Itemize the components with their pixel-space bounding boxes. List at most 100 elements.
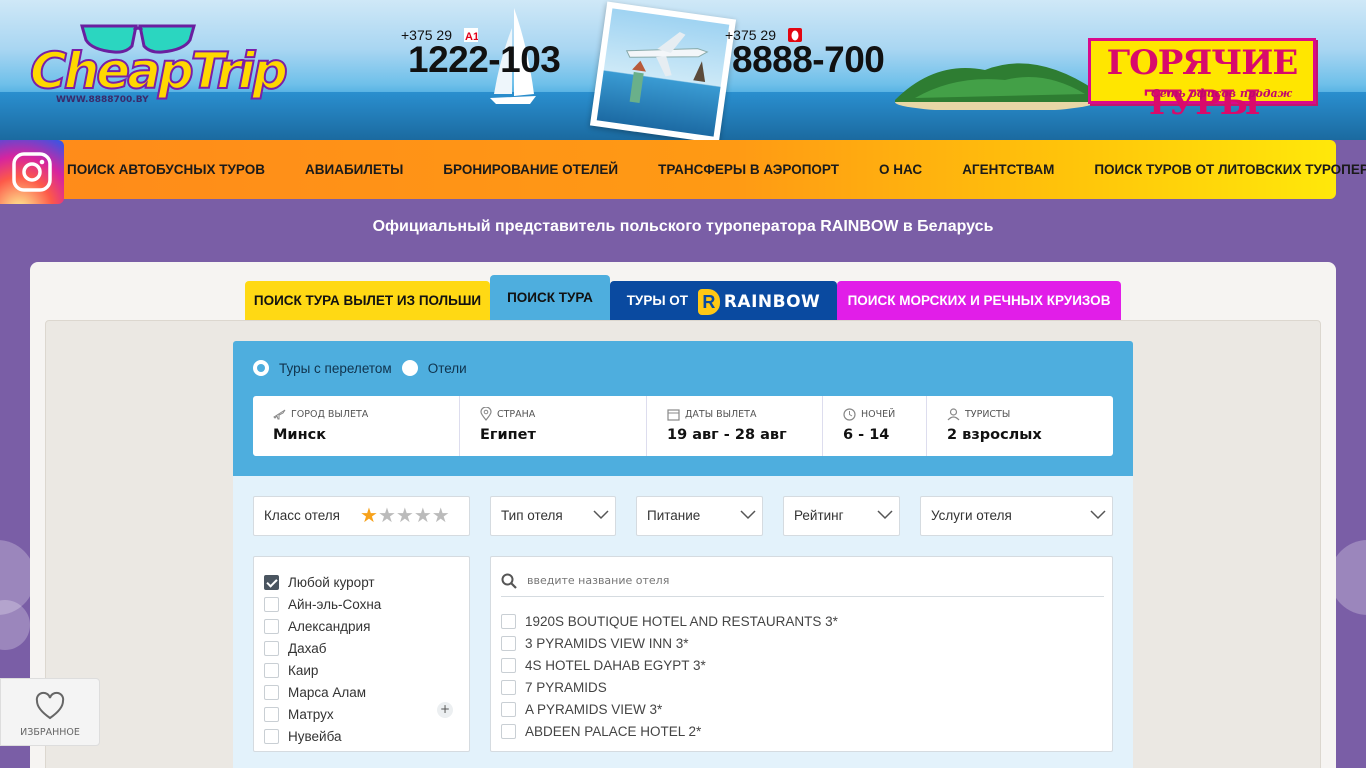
hotel-item[interactable]: ABDEEN PALACE HOTEL 2* [501, 720, 838, 742]
field-country[interactable]: СТРАНА Египет [460, 396, 647, 456]
phone-1[interactable]: +375 29 A1 1222-103 [401, 27, 561, 81]
resort-label: Нувейба [288, 728, 342, 744]
hotel-item[interactable]: 1920S BOUTIQUE HOTEL AND RESTAURANTS 3* [501, 610, 838, 632]
radio-tours-with-flight-label[interactable]: Туры с перелетом [279, 361, 392, 376]
checkbox[interactable] [264, 684, 279, 700]
phone-1-number: 1222-103 [408, 39, 561, 80]
hotel-label: A PYRAMIDS VIEW 3* [525, 701, 663, 717]
resort-item[interactable]: Каир [264, 659, 469, 681]
checkbox[interactable] [501, 657, 516, 673]
resort-item[interactable]: Любой курорт [264, 571, 469, 593]
tab-search-from-poland[interactable]: ПОИСК ТУРА ВЫЛЕТ ИЗ ПОЛЬШИ [245, 281, 490, 320]
filter-meal[interactable]: Питание [636, 496, 763, 536]
hotel-item[interactable]: 3 PYRAMIDS VIEW INN 3* [501, 632, 838, 654]
resort-label: Матрух [288, 706, 334, 722]
checkbox[interactable] [264, 728, 279, 744]
hotel-label: 7 PYRAMIDS [525, 679, 607, 695]
checkbox[interactable] [264, 640, 279, 656]
chevron-down-icon [740, 510, 756, 520]
tab-tour-search[interactable]: ПОИСК ТУРА [490, 275, 610, 320]
tab-cruise-search[interactable]: ПОИСК МОРСКИХ И РЕЧНЫХ КРУИЗОВ [837, 281, 1121, 320]
nav-item-transfers[interactable]: ТРАНСФЕРЫ В АЭРОПОРТ [638, 140, 859, 199]
radio-tours-with-flight[interactable] [253, 360, 269, 376]
hotel-item[interactable]: A PYRAMIDS VIEW 3* [501, 698, 838, 720]
search-fields: ГОРОД ВЫЛЕТА Минск СТРАНА Египет ДАТЫ ВЫ… [253, 396, 1113, 456]
checkbox[interactable] [501, 613, 516, 629]
checkbox[interactable] [264, 596, 279, 612]
radio-hotels-label[interactable]: Отели [428, 361, 467, 376]
star-icon-2[interactable]: ★ [378, 505, 396, 527]
field-departure-value: Минск [273, 427, 327, 443]
checkbox[interactable] [501, 723, 516, 739]
star-icon-5[interactable]: ★ [432, 505, 450, 527]
star-icon-3[interactable]: ★ [396, 505, 414, 527]
field-nights[interactable]: НОЧЕЙ 6 - 14 [823, 396, 927, 456]
hot-tours-banner[interactable]: ГОРЯЧИЕ ТУРЫ Сеть офисов продаж [1088, 38, 1316, 123]
field-tourists-label: ТУРИСТЫ [965, 408, 1011, 420]
resort-label: Дахаб [288, 640, 327, 656]
phone-2[interactable]: +375 29 8888-700 [725, 27, 885, 81]
filter-hotel-type[interactable]: Тип отеля [490, 496, 616, 536]
nav-item-about[interactable]: О НАС [859, 140, 942, 199]
resort-label: Марса Алам [288, 684, 367, 700]
nav-item-lithuanian-tours[interactable]: ПОИСК ТУРОВ ОТ ЛИТОВСКИХ ТУРОПЕРАТОРОВ [1074, 140, 1366, 199]
field-dates[interactable]: ДАТЫ ВЫЛЕТА 19 авг - 28 авг [647, 396, 823, 456]
resort-item[interactable]: Айн-эль-Сохна [264, 593, 469, 615]
nav-item-flights[interactable]: АВИАБИЛЕТЫ [285, 140, 423, 199]
hot-tours-subtitle: Сеть офисов продаж [1151, 87, 1292, 100]
nav-items: ПОИСК АВТОБУСНЫХ ТУРОВ АВИАБИЛЕТЫ БРОНИР… [67, 140, 1366, 199]
hotel-class-stars[interactable]: ★★★★★ [360, 497, 450, 535]
filter-services-label: Услуги отеля [931, 508, 1012, 523]
checkbox[interactable] [501, 701, 516, 717]
instagram-button[interactable] [0, 140, 64, 204]
expand-plus-icon[interactable]: + [437, 702, 453, 718]
resort-item[interactable]: Марса Алам [264, 681, 469, 703]
logo-url: WWW.8888700.BY [56, 95, 149, 105]
checkbox[interactable] [264, 618, 279, 634]
nav-item-agencies[interactable]: АГЕНТСТВАМ [942, 140, 1074, 199]
hotel-item[interactable]: 7 PYRAMIDS [501, 676, 838, 698]
hotel-search-input[interactable] [527, 574, 1027, 587]
calendar-icon [667, 408, 680, 421]
hotel-label: 4S HOTEL DAHAB EGYPT 3* [525, 657, 706, 673]
field-dates-value: 19 авг - 28 авг [667, 427, 787, 443]
tab-rainbow-tours[interactable]: ТУРЫ ОТ R RAINBOW [610, 281, 837, 320]
resort-item[interactable]: Нувейба [264, 725, 469, 747]
checkbox[interactable] [264, 662, 279, 678]
resort-item[interactable]: Александрия [264, 615, 469, 637]
site-logo[interactable]: CheapTrip WWW.8888700.BY [29, 20, 289, 110]
checkbox[interactable] [501, 635, 516, 651]
resort-item[interactable]: Дахаб [264, 637, 469, 659]
field-country-value: Египет [480, 427, 536, 443]
field-dates-label: ДАТЫ ВЫЛЕТА [685, 408, 757, 420]
field-nights-label: НОЧЕЙ [861, 408, 896, 420]
hotel-list: 1920S BOUTIQUE HOTEL AND RESTAURANTS 3* … [501, 610, 838, 742]
nav-item-bus-tours[interactable]: ПОИСК АВТОБУСНЫХ ТУРОВ [67, 140, 285, 199]
radio-hotels[interactable] [401, 360, 418, 376]
field-tourists-value: 2 взрослых [947, 427, 1042, 443]
hot-tours-title: ГОРЯЧИЕ ТУРЫ [1106, 43, 1299, 123]
instagram-icon [12, 152, 52, 192]
field-tourists[interactable]: ТУРИСТЫ 2 взрослых [927, 396, 1113, 456]
checkbox[interactable] [264, 574, 279, 590]
palm-island-image [895, 63, 1095, 110]
person-icon [947, 407, 960, 420]
filter-hotel-services[interactable]: Услуги отеля [920, 496, 1113, 536]
checkbox[interactable] [501, 679, 516, 695]
star-icon-1[interactable]: ★ [360, 505, 378, 527]
hotel-search-bar [501, 565, 1104, 597]
plane-icon [273, 409, 286, 419]
nav-item-hotels[interactable]: БРОНИРОВАНИЕ ОТЕЛЕЙ [423, 140, 638, 199]
heart-icon [35, 691, 65, 720]
hotel-item[interactable]: 4S HOTEL DAHAB EGYPT 3* [501, 654, 838, 676]
filter-rating[interactable]: Рейтинг [783, 496, 900, 536]
checkbox[interactable] [264, 706, 279, 722]
tab-rainbow-prefix: ТУРЫ ОТ [626, 293, 689, 308]
favorites-button[interactable]: ИЗБРАННОЕ [0, 678, 100, 746]
hotel-label: ABDEEN PALACE HOTEL 2* [525, 723, 702, 739]
resort-list: Любой курорт Айн-эль-Сохна Александрия Д… [253, 556, 470, 752]
filter-hotel-class[interactable]: Класс отеля ★★★★★ [253, 496, 470, 536]
star-icon-4[interactable]: ★ [414, 505, 432, 527]
airplane-icon [625, 31, 709, 104]
field-departure-city[interactable]: ГОРОД ВЫЛЕТА Минск [253, 396, 460, 456]
